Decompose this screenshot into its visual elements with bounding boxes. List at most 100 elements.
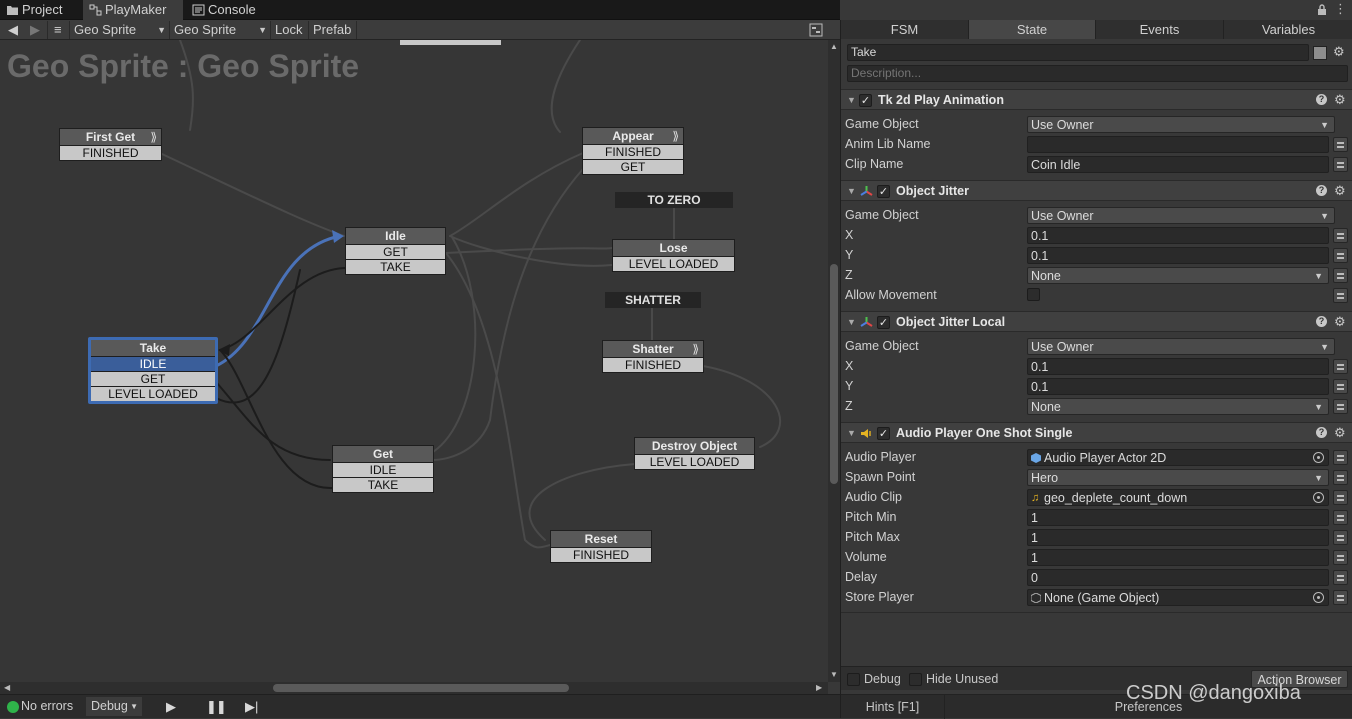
action-enabled-checkbox[interactable]: ✓ (859, 94, 872, 107)
jitter-x-input[interactable]: 0.1 (1027, 227, 1329, 244)
tab-project[interactable]: Project (0, 0, 80, 20)
step-icon[interactable]: ▶| (245, 699, 258, 715)
gear-icon[interactable]: ⚙ (1334, 184, 1346, 197)
tab-events[interactable]: Events (1096, 20, 1224, 39)
jitter-local-z-select[interactable]: None ▼ (1027, 398, 1329, 415)
help-icon[interactable]: ? (1316, 185, 1327, 196)
variable-toggle-button[interactable] (1333, 590, 1348, 605)
allow-movement-checkbox[interactable] (1027, 288, 1040, 301)
global-event-shatter[interactable]: SHATTER (605, 292, 701, 308)
help-icon[interactable]: ? (1316, 94, 1327, 105)
scroll-right-icon[interactable]: ▶ (816, 683, 822, 692)
variable-toggle-button[interactable] (1333, 570, 1348, 585)
variable-toggle-button[interactable] (1333, 268, 1348, 283)
errors-status[interactable]: No errors (21, 699, 73, 713)
variable-toggle-button[interactable] (1333, 359, 1348, 374)
state-destroy-object[interactable]: Destroy Object LEVEL LOADED (634, 437, 755, 470)
debug-dropdown[interactable]: Debug ▼ (86, 697, 142, 716)
clip-name-input[interactable]: Coin Idle (1027, 156, 1329, 173)
jitter-y-input[interactable]: 0.1 (1027, 247, 1329, 264)
offscreen-node[interactable] (400, 40, 501, 45)
collapse-arrow-icon[interactable]: ▼ (847, 181, 856, 202)
game-object-select[interactable]: Use Owner ▼ (1027, 116, 1335, 133)
scroll-up-icon[interactable]: ▲ (830, 42, 838, 51)
tab-fsm[interactable]: FSM (841, 20, 969, 39)
state-description-input[interactable] (847, 65, 1348, 82)
object-picker-icon[interactable] (1313, 492, 1324, 503)
lock-button[interactable]: Lock (271, 21, 309, 39)
variable-toggle-button[interactable] (1333, 379, 1348, 394)
variable-toggle-button[interactable] (1333, 550, 1348, 565)
transition-take-idle[interactable]: IDLE (91, 356, 215, 371)
tab-playmaker[interactable]: PlayMaker (83, 0, 183, 20)
pitch-min-input[interactable]: 1 (1027, 509, 1329, 526)
fsm-graph-canvas[interactable]: Geo Sprite : Geo Sprite First Get ⟫ FINIS… (0, 40, 828, 682)
hide-unused-checkbox[interactable] (909, 673, 922, 686)
fsm-select[interactable]: Geo Sprite ▼ (170, 21, 271, 39)
prefab-button[interactable]: Prefab (309, 21, 357, 39)
scroll-down-icon[interactable]: ▼ (830, 670, 838, 679)
transition-take-get[interactable]: GET (91, 371, 215, 386)
lock-window-icon[interactable] (1316, 3, 1328, 16)
global-event-to-zero[interactable]: TO ZERO (615, 192, 733, 208)
anim-lib-name-input[interactable] (1027, 136, 1329, 153)
transition-appear-finished[interactable]: FINISHED (583, 144, 683, 159)
transition-reset-finished[interactable]: FINISHED (551, 547, 651, 562)
state-get[interactable]: Get IDLE TAKE (332, 445, 434, 493)
graph-view-icon[interactable] (809, 23, 823, 37)
jitter-local-x-input[interactable]: 0.1 (1027, 358, 1329, 375)
state-lose[interactable]: Lose LEVEL LOADED (612, 239, 735, 272)
menu-icon[interactable]: ≡ (50, 21, 70, 39)
jitter-z-select[interactable]: None ▼ (1027, 267, 1329, 284)
transition-appear-get[interactable]: GET (583, 159, 683, 174)
object-picker-icon[interactable] (1313, 592, 1324, 603)
help-icon[interactable]: ? (1316, 427, 1327, 438)
state-color-swatch[interactable] (1313, 46, 1327, 60)
collapse-arrow-icon[interactable]: ▼ (847, 90, 856, 111)
back-arrow-icon[interactable]: ◀ (4, 21, 26, 39)
collapse-arrow-icon[interactable]: ▼ (847, 423, 856, 444)
object-picker-icon[interactable] (1313, 452, 1324, 463)
action-enabled-checkbox[interactable]: ✓ (877, 185, 890, 198)
transition-first-get-finished[interactable]: FINISHED (60, 145, 161, 160)
state-shatter[interactable]: Shatter ⟫ FINISHED (602, 340, 704, 373)
graph-horizontal-scrollbar[interactable]: ◀ ▶ (0, 682, 828, 694)
action-header-object-jitter[interactable]: ▼ ✓ Object Jitter ? ⚙ (841, 180, 1352, 201)
variable-toggle-button[interactable] (1333, 288, 1348, 303)
graph-vertical-scrollbar[interactable]: ▲ ▼ (828, 40, 840, 682)
gear-icon[interactable]: ⚙ (1334, 426, 1346, 439)
variable-toggle-button[interactable] (1333, 490, 1348, 505)
state-name-input[interactable] (847, 44, 1309, 61)
variable-toggle-button[interactable] (1333, 137, 1348, 152)
gameobject-select[interactable]: Geo Sprite ▼ (70, 21, 170, 39)
variable-toggle-button[interactable] (1333, 450, 1348, 465)
transition-get-take[interactable]: TAKE (333, 477, 433, 492)
variable-toggle-button[interactable] (1333, 228, 1348, 243)
variable-toggle-button[interactable] (1333, 399, 1348, 414)
transition-lose-level-loaded[interactable]: LEVEL LOADED (613, 256, 734, 271)
store-player-object-field[interactable]: None (Game Object) (1027, 589, 1329, 606)
vertical-scroll-thumb[interactable] (830, 264, 838, 484)
delay-input[interactable]: 0 (1027, 569, 1329, 586)
gear-icon[interactable]: ⚙ (1334, 93, 1346, 106)
audio-player-object-field[interactable]: Audio Player Actor 2D (1027, 449, 1329, 466)
pause-icon[interactable]: ❚❚ (206, 699, 227, 715)
transition-destroy-level-loaded[interactable]: LEVEL LOADED (635, 454, 754, 469)
variable-toggle-button[interactable] (1333, 510, 1348, 525)
transition-idle-take[interactable]: TAKE (346, 259, 445, 274)
pitch-max-input[interactable]: 1 (1027, 529, 1329, 546)
action-header-object-jitter-local[interactable]: ▼ ✓ Object Jitter Local ? ⚙ (841, 311, 1352, 332)
play-icon[interactable]: ▶ (166, 699, 176, 715)
variable-toggle-button[interactable] (1333, 470, 1348, 485)
game-object-select[interactable]: Use Owner ▼ (1027, 338, 1335, 355)
game-object-select[interactable]: Use Owner ▼ (1027, 207, 1335, 224)
audio-clip-object-field[interactable]: ♫ geo_deplete_count_down (1027, 489, 1329, 506)
tab-state[interactable]: State (969, 20, 1096, 39)
tab-console[interactable]: Console (186, 0, 266, 20)
action-header-tk2d-play-animation[interactable]: ▼ ✓ Tk 2d Play Animation ? ⚙ (841, 89, 1352, 110)
volume-input[interactable]: 1 (1027, 549, 1329, 566)
state-take[interactable]: Take IDLE GET LEVEL LOADED (88, 337, 218, 404)
scroll-left-icon[interactable]: ◀ (4, 683, 10, 692)
transition-shatter-finished[interactable]: FINISHED (603, 357, 703, 372)
collapse-arrow-icon[interactable]: ▼ (847, 312, 856, 333)
